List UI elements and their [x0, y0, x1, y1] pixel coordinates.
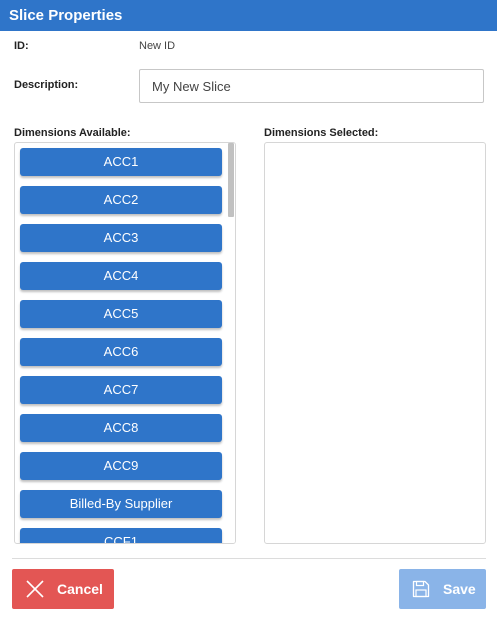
dimension-item[interactable]: ACC3	[20, 224, 222, 252]
save-button-label: Save	[443, 581, 476, 597]
dimension-item[interactable]: ACC8	[20, 414, 222, 442]
dimension-item[interactable]: CCF1	[20, 528, 222, 543]
dimension-item[interactable]: ACC7	[20, 376, 222, 404]
dimension-item[interactable]: ACC4	[20, 262, 222, 290]
dimension-item[interactable]: Billed-By Supplier	[20, 490, 222, 518]
floppy-disk-icon	[412, 580, 430, 598]
dimensions-selected-list[interactable]	[264, 142, 486, 544]
dimensions-selected-label: Dimensions Selected:	[264, 127, 379, 139]
id-value: New ID	[139, 40, 176, 52]
id-label: ID:	[14, 40, 29, 52]
dimension-item[interactable]: ACC1	[20, 148, 222, 176]
footer-divider	[12, 558, 486, 559]
save-button[interactable]: Save	[399, 569, 486, 609]
dimension-item[interactable]: ACC6	[20, 338, 222, 366]
cancel-button[interactable]: Cancel	[12, 569, 114, 609]
dimension-item[interactable]: ACC9	[20, 452, 222, 480]
scrollbar-thumb[interactable]	[228, 143, 234, 217]
cancel-button-label: Cancel	[57, 581, 103, 597]
dimension-item[interactable]: ACC2	[20, 186, 222, 214]
close-icon	[26, 580, 44, 598]
description-label: Description:	[14, 79, 79, 91]
dialog-title: Slice Properties	[0, 0, 497, 31]
dimensions-available-items: ACC1 ACC2 ACC3 ACC4 ACC5 ACC6 ACC7 ACC8 ACC9 Bill…	[15, 143, 227, 543]
dimensions-available-label: Dimensions Available:	[14, 127, 131, 139]
dimension-item[interactable]: ACC5	[20, 300, 222, 328]
description-input[interactable]	[139, 69, 484, 103]
dimensions-available-list[interactable]: ACC1 ACC2 ACC3 ACC4 ACC5 ACC6 ACC7 ACC8 ACC9 Bill…	[14, 142, 236, 544]
